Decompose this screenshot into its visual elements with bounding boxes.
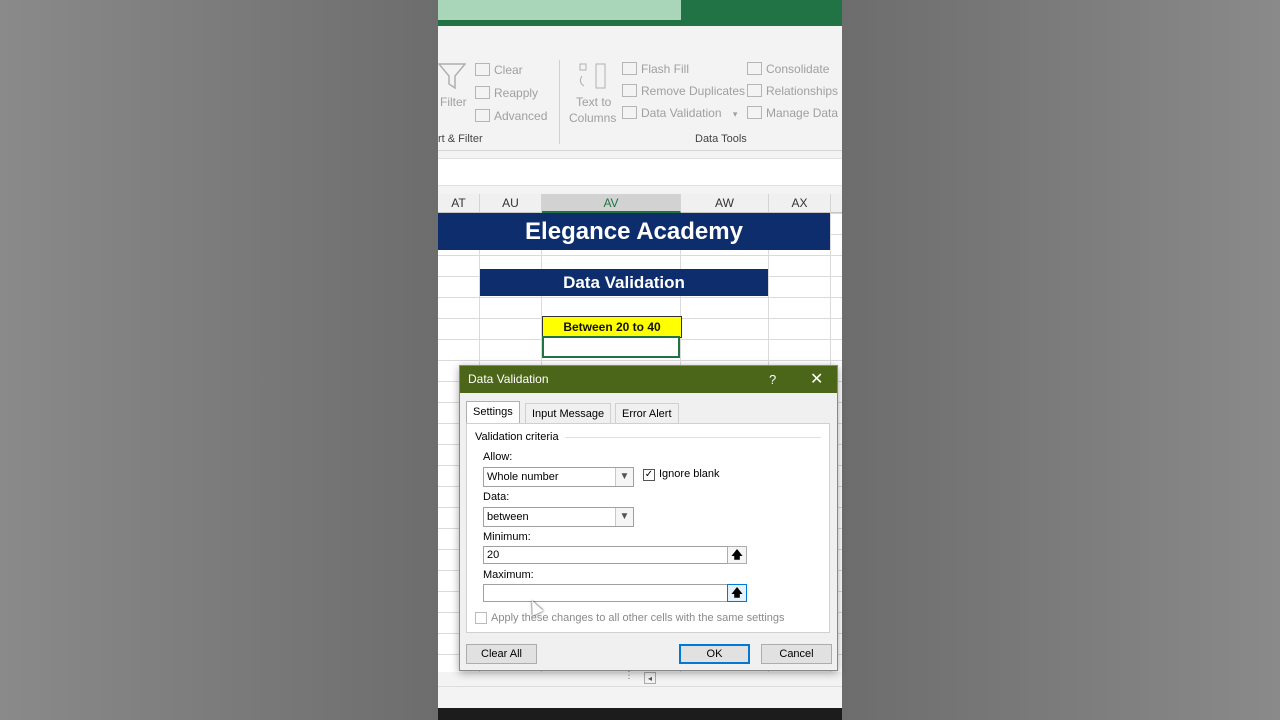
clear-filter-button[interactable]: Clear: [475, 63, 523, 77]
allow-label: Allow:: [483, 451, 513, 463]
help-icon[interactable]: ?: [769, 366, 776, 393]
close-icon[interactable]: ✕: [810, 366, 823, 393]
text-to-columns-label-2[interactable]: Columns: [569, 111, 616, 125]
chevron-down-icon[interactable]: ▼: [615, 468, 633, 486]
clear-filter-icon: [475, 63, 490, 76]
divider: [565, 437, 821, 438]
data-validation-icon: [622, 106, 637, 119]
minimum-label: Minimum:: [483, 531, 531, 543]
flash-fill-icon: [622, 62, 637, 75]
ignore-blank-checkbox[interactable]: ✓: [643, 469, 655, 481]
header-cell[interactable]: Between 20 to 40: [542, 316, 682, 338]
subtitle-banner[interactable]: Data Validation: [480, 269, 768, 296]
dialog-title: Data Validation: [468, 372, 549, 386]
data-value: between: [487, 511, 529, 523]
manage-data-model-button[interactable]: Manage Data M: [747, 106, 842, 120]
title-bar: [438, 0, 842, 26]
remove-duplicates-icon: [622, 84, 637, 97]
advanced-filter-button[interactable]: Advanced: [475, 109, 547, 123]
tab-error-alert[interactable]: Error Alert: [615, 403, 679, 423]
column-header-au[interactable]: AU: [480, 194, 542, 213]
sheet-tabs-bar: ⋮ ◂: [438, 670, 842, 686]
dialog-title-bar[interactable]: Data Validation ? ✕: [460, 366, 837, 393]
relationships-button[interactable]: Relationships: [747, 84, 838, 98]
collapse-dialog-icon[interactable]: 🡅: [727, 584, 747, 602]
collapse-dialog-icon[interactable]: 🡅: [727, 546, 747, 564]
video-background-left: [0, 0, 438, 720]
column-header-av[interactable]: AV: [542, 194, 681, 213]
scroll-left-icon[interactable]: ◂: [644, 672, 656, 684]
apply-all-checkbox[interactable]: [475, 612, 487, 624]
maximum-input[interactable]: [483, 584, 728, 602]
text-to-columns-icon[interactable]: [576, 62, 608, 97]
maximum-label: Maximum:: [483, 569, 534, 581]
minimum-input[interactable]: 20: [483, 546, 728, 564]
video-background-right: [842, 0, 1280, 720]
allow-value: Whole number: [487, 471, 559, 483]
cancel-button[interactable]: Cancel: [761, 644, 832, 664]
manage-data-model-icon: [747, 106, 762, 119]
validation-criteria-label: Validation criteria: [475, 431, 559, 443]
settings-panel: Validation criteria Allow: Whole number …: [466, 423, 830, 633]
column-header-ax[interactable]: AX: [769, 194, 831, 213]
ribbon-separator: [559, 60, 560, 144]
bottom-edge: [438, 708, 842, 720]
ribbon: Filter Clear Reapply Advanced rt & Filte…: [438, 26, 842, 151]
flash-fill-button[interactable]: Flash Fill: [622, 62, 689, 76]
advanced-filter-icon: [475, 109, 490, 122]
more-icon: ⋮: [624, 670, 634, 681]
consolidate-icon: [747, 62, 762, 75]
filter-button[interactable]: Filter: [440, 95, 467, 109]
formula-bar[interactable]: [438, 158, 842, 186]
relationships-icon: [747, 84, 762, 97]
data-label: Data:: [483, 491, 510, 503]
column-header-partial[interactable]: [831, 194, 842, 213]
reapply-icon: [475, 86, 490, 99]
chevron-down-icon: ▾: [732, 109, 738, 119]
column-header-aw[interactable]: AW: [681, 194, 769, 213]
data-validation-button[interactable]: Data Validation ▾: [622, 106, 737, 120]
status-bar: [438, 686, 842, 709]
ok-button[interactable]: OK: [679, 644, 750, 664]
data-validation-dialog: Data Validation ? ✕ Settings Input Messa…: [459, 365, 838, 671]
reapply-button[interactable]: Reapply: [475, 86, 538, 100]
tab-input-message[interactable]: Input Message: [525, 403, 612, 423]
sort-filter-group-label: rt & Filter: [438, 133, 483, 145]
clear-all-button[interactable]: Clear All: [466, 644, 537, 664]
ignore-blank-label[interactable]: Ignore blank: [659, 468, 720, 480]
selected-cell[interactable]: [542, 336, 680, 358]
data-tools-group-label: Data Tools: [695, 133, 747, 145]
data-select[interactable]: between ▼: [483, 507, 634, 527]
column-header-at[interactable]: AT: [438, 194, 480, 213]
title-banner[interactable]: Elegance Academy: [438, 213, 830, 250]
filter-icon[interactable]: [438, 62, 468, 90]
consolidate-button[interactable]: Consolidate: [747, 62, 829, 76]
tab-settings[interactable]: Settings: [466, 401, 520, 423]
text-to-columns-label-1[interactable]: Text to: [576, 95, 611, 109]
chevron-down-icon[interactable]: ▼: [615, 508, 633, 526]
allow-select[interactable]: Whole number ▼: [483, 467, 634, 487]
remove-duplicates-button[interactable]: Remove Duplicates: [622, 84, 745, 98]
